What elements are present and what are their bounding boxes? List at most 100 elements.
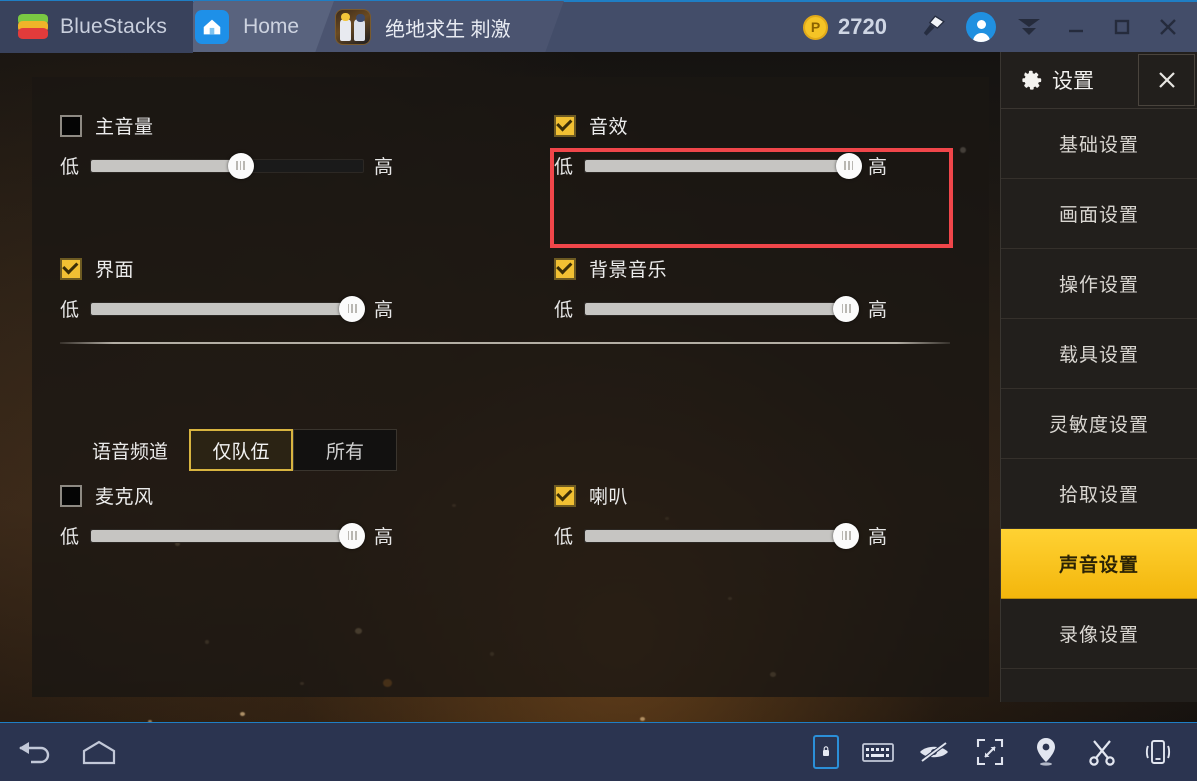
voice-channel-label: 语音频道 xyxy=(92,441,169,463)
control-label: 界面 xyxy=(95,260,135,281)
tab-game-label: 绝地求生 刺激 xyxy=(385,18,511,41)
user-avatar-icon[interactable] xyxy=(957,1,1005,53)
slider-low-label: 低 xyxy=(554,527,574,548)
titlebar: BlueStacks Home 绝地求生 刺激 P 2720 xyxy=(0,0,1197,53)
control-label: 背景音乐 xyxy=(589,260,668,281)
checkbox-master-volume[interactable] xyxy=(60,114,82,137)
slider-low-label: 低 xyxy=(554,300,574,321)
titlebar-actions: P 2720 xyxy=(803,1,1197,53)
coin-icon: P xyxy=(803,14,829,40)
sidebar-header: 设置 xyxy=(1001,52,1197,109)
points-indicator[interactable]: P 2720 xyxy=(803,14,887,40)
tab-home-label: Home xyxy=(243,15,300,38)
points-value: 2720 xyxy=(838,14,887,39)
game-screen: 主音量 低 高 音效 低 高 界面 低 高 背景音乐 低 高 麦克风 低 高 喇… xyxy=(0,52,1197,722)
slider-low-label: 低 xyxy=(554,157,574,178)
slider-low-label: 低 xyxy=(60,300,80,321)
location-pin-icon[interactable] xyxy=(1029,735,1063,769)
sidebar-item-controls[interactable]: 操作设置 xyxy=(1001,249,1197,319)
gear-icon xyxy=(1019,68,1043,92)
control-header: 麦克风 xyxy=(60,482,460,509)
control-master-volume: 主音量 低 高 xyxy=(60,112,460,179)
sound-settings-panel: 主音量 低 高 音效 低 高 界面 低 高 背景音乐 低 高 麦克风 低 高 喇… xyxy=(32,77,989,697)
sidebar-item-sensitivity[interactable]: 灵敏度设置 xyxy=(1001,389,1197,459)
eye-off-icon[interactable] xyxy=(917,735,951,769)
slider-knob[interactable] xyxy=(339,522,366,549)
game-app-icon xyxy=(335,9,372,45)
voice-channel-option-all[interactable]: 所有 xyxy=(293,429,398,471)
tab-game[interactable]: 绝地求生 刺激 xyxy=(315,1,564,53)
bottombar-tools xyxy=(813,735,1197,769)
brand-area: BlueStacks xyxy=(0,1,194,53)
checkbox-speaker[interactable] xyxy=(554,484,576,507)
voice-channel-row: 语音频道 仅队伍 所有 xyxy=(92,429,398,471)
sidebar-item-pickup[interactable]: 拾取设置 xyxy=(1001,459,1197,529)
brand-label: BlueStacks xyxy=(60,15,168,38)
voice-channel-segmented: 仅队伍 所有 xyxy=(189,429,398,471)
slider-high-label: 高 xyxy=(374,527,394,548)
sidebar-item-vehicle[interactable]: 载具设置 xyxy=(1001,319,1197,389)
slider-knob[interactable] xyxy=(835,152,862,179)
slider-speaker[interactable]: 低 高 xyxy=(554,522,954,549)
slider-sound-effects[interactable]: 低 高 xyxy=(554,152,954,179)
slider-high-label: 高 xyxy=(374,300,394,321)
voice-channel-option-team[interactable]: 仅队伍 xyxy=(189,429,294,471)
home-icon xyxy=(195,10,230,44)
maximize-icon[interactable] xyxy=(1099,1,1145,53)
sidebar-item-sound[interactable]: 声音设置 xyxy=(1001,529,1197,599)
bluestacks-logo-icon xyxy=(18,14,48,40)
keyboard-icon[interactable] xyxy=(861,735,895,769)
slider-high-label: 高 xyxy=(374,157,394,178)
scissors-icon[interactable] xyxy=(1085,735,1119,769)
slider-interface[interactable]: 低 高 xyxy=(60,295,460,322)
slider-high-label: 高 xyxy=(868,157,888,178)
slider-knob[interactable] xyxy=(833,522,860,549)
control-label: 音效 xyxy=(589,117,629,138)
sidebar-item-basic[interactable]: 基础设置 xyxy=(1001,109,1197,179)
sidebar-title-area: 设置 xyxy=(1001,52,1136,108)
control-header: 背景音乐 xyxy=(554,255,954,282)
close-icon[interactable] xyxy=(1145,1,1191,53)
control-header: 主音量 xyxy=(60,112,460,139)
bottombar xyxy=(0,722,1197,781)
slider-high-label: 高 xyxy=(868,527,888,548)
slider-knob[interactable] xyxy=(833,295,860,322)
checkbox-microphone[interactable] xyxy=(60,484,82,507)
slider-low-label: 低 xyxy=(60,527,80,548)
fullscreen-icon[interactable] xyxy=(973,735,1007,769)
sidebar-item-recording[interactable]: 录像设置 xyxy=(1001,599,1197,669)
control-label: 麦克风 xyxy=(95,487,154,508)
sidebar-title: 设置 xyxy=(1052,70,1094,93)
sidebar-item-graphics[interactable]: 画面设置 xyxy=(1001,179,1197,249)
checkbox-interface[interactable] xyxy=(60,257,82,280)
minimize-icon[interactable] xyxy=(1053,1,1099,53)
control-interface: 界面 低 高 xyxy=(60,255,460,322)
settings-sidebar: 设置 基础设置 画面设置 操作设置 载具设置 灵敏度设置 拾取设置 声音设置 录… xyxy=(1000,52,1197,702)
checkbox-background-music[interactable] xyxy=(554,257,576,280)
control-header: 界面 xyxy=(60,255,460,282)
section-divider xyxy=(60,342,950,344)
control-speaker: 喇叭 低 高 xyxy=(554,482,954,549)
slider-microphone[interactable]: 低 高 xyxy=(60,522,460,549)
bottombar-nav xyxy=(0,735,116,769)
control-header: 音效 xyxy=(554,112,954,139)
slider-master-volume[interactable]: 低 高 xyxy=(60,152,460,179)
control-sound-effects: 音效 低 高 xyxy=(554,112,954,179)
control-header: 喇叭 xyxy=(554,482,954,509)
shake-phone-icon[interactable] xyxy=(1141,735,1175,769)
home-pentagon-icon[interactable] xyxy=(82,735,116,769)
slider-high-label: 高 xyxy=(868,300,888,321)
close-icon[interactable] xyxy=(1138,54,1195,106)
phone-lock-icon[interactable] xyxy=(813,735,839,769)
back-icon[interactable] xyxy=(18,735,52,769)
control-label: 喇叭 xyxy=(589,487,629,508)
slider-low-label: 低 xyxy=(60,157,80,178)
slider-knob[interactable] xyxy=(227,152,254,179)
checkbox-sound-effects[interactable] xyxy=(554,114,576,137)
brush-icon[interactable] xyxy=(909,1,957,53)
chevron-down-icon[interactable] xyxy=(1005,1,1053,53)
slider-knob[interactable] xyxy=(339,295,366,322)
control-microphone: 麦克风 低 高 xyxy=(60,482,460,549)
tab-home[interactable]: Home xyxy=(175,1,353,53)
slider-background-music[interactable]: 低 高 xyxy=(554,295,954,322)
